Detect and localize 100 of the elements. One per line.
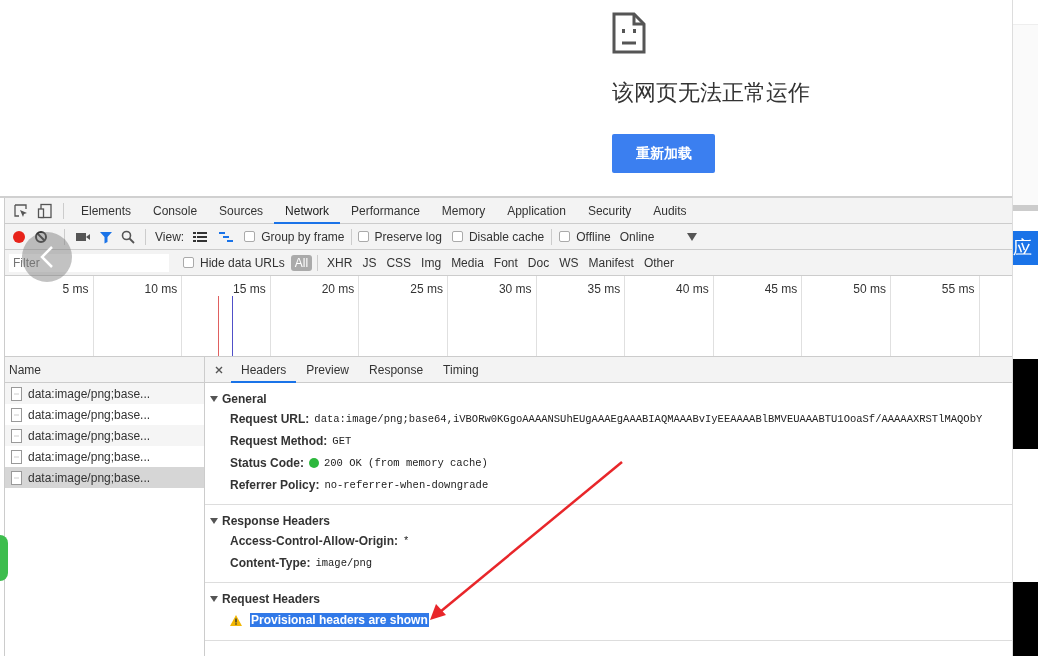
header-name: Content-Type: <box>230 556 311 570</box>
request-row[interactable]: data:image/png;base... <box>5 467 204 488</box>
type-filter[interactable]: JS <box>358 254 381 271</box>
time-tick-label: 45 ms <box>764 282 798 296</box>
request-name: data:image/png;base... <box>28 386 151 401</box>
file-icon <box>11 428 22 443</box>
section-title[interactable]: General <box>222 391 267 406</box>
file-icon <box>11 407 22 422</box>
file-icon <box>11 449 22 464</box>
device-toolbar-icon[interactable] <box>37 202 53 219</box>
sad-page-icon <box>612 12 646 54</box>
type-filter[interactable]: Doc <box>523 254 554 271</box>
header-value: image/png <box>315 557 373 569</box>
header-value: data:image/png;base64,iVBORw0KGgoAAAANSUhEUgAAAEgAAABIAQMAAABvIyEEAAAABlBMVEUAAABTU1OoaSf/AAAAAXRSTlMAQObY <box>314 413 983 425</box>
type-filter[interactable]: WS <box>555 254 583 271</box>
load-event-line <box>218 296 219 356</box>
request-name: data:image/png;base... <box>28 449 151 464</box>
type-filter[interactable]: Manifest <box>584 254 638 271</box>
edge-shape <box>0 535 8 581</box>
panel-tab[interactable]: Audits <box>642 198 698 224</box>
request-name: data:image/png;base... <box>28 428 151 443</box>
header-name: Access-Control-Allow-Origin: <box>230 534 398 548</box>
time-tick-label: 20 ms <box>321 282 355 296</box>
throttling-select[interactable]: Online <box>619 229 655 244</box>
disclosure-triangle-icon[interactable] <box>210 516 218 525</box>
record-icon[interactable] <box>12 229 26 244</box>
camera-icon[interactable] <box>75 230 91 243</box>
request-name: data:image/png;base... <box>28 407 151 422</box>
time-tick-label: 40 ms <box>676 282 709 296</box>
header-value: GET <box>332 435 352 447</box>
checkbox[interactable] <box>559 231 571 242</box>
type-filter[interactable]: Font <box>489 254 522 271</box>
panel-tab[interactable]: Elements <box>70 198 143 224</box>
type-filter[interactable]: XHR <box>323 254 357 271</box>
checkbox-label[interactable]: Disable cache <box>468 229 545 244</box>
warning-message: Provisional headers are shown <box>250 613 429 627</box>
time-tick-label: 35 ms <box>587 282 621 296</box>
detail-tab[interactable]: Timing <box>433 356 489 383</box>
panel-tab[interactable]: Memory <box>430 198 497 224</box>
detail-tab[interactable]: Response <box>359 356 434 383</box>
header-value: no-referrer-when-downgrade <box>324 479 489 491</box>
section-title[interactable]: Response Headers <box>222 513 331 528</box>
checkbox-label[interactable]: Hide data URLs <box>200 255 285 270</box>
section-title[interactable]: Request Headers <box>222 591 321 606</box>
time-tick-label: 50 ms <box>853 282 886 296</box>
panel-tab[interactable]: Performance <box>340 198 431 224</box>
detail-tab[interactable]: Headers <box>231 356 297 383</box>
disclosure-triangle-icon[interactable] <box>210 394 218 403</box>
inspect-icon[interactable] <box>13 202 29 219</box>
column-header[interactable]: Name <box>5 362 41 377</box>
request-row[interactable]: data:image/png;base... <box>5 404 204 425</box>
panel-tab[interactable]: Security <box>576 198 643 224</box>
header-value: * <box>403 535 410 547</box>
header-name: Status Code: <box>230 456 304 470</box>
request-row[interactable]: data:image/png;base... <box>5 425 204 446</box>
clear-icon[interactable] <box>34 229 48 244</box>
time-tick-label: 55 ms <box>941 282 975 296</box>
request-row[interactable]: data:image/png;base... <box>5 446 204 467</box>
warning-icon <box>230 614 242 626</box>
checkbox[interactable] <box>451 231 463 242</box>
panel-tab[interactable]: Console <box>142 198 209 224</box>
time-tick-label: 30 ms <box>498 282 532 296</box>
header-value: 200 OK (from memory cache) <box>324 457 488 469</box>
time-tick-label: 25 ms <box>410 282 443 296</box>
header-name: Request Method: <box>230 434 328 448</box>
time-tick-label: 10 ms <box>144 282 178 296</box>
search-icon[interactable] <box>121 229 135 244</box>
checkbox[interactable] <box>244 231 256 242</box>
checkbox-label[interactable]: Preserve log <box>374 229 442 244</box>
status-dot-icon <box>309 458 319 468</box>
banner-text: 应 <box>1013 236 1032 260</box>
checkbox[interactable] <box>183 257 194 268</box>
dropdown-caret-icon[interactable] <box>687 232 698 241</box>
header-name: Request URL: <box>230 412 310 426</box>
header-name: Referrer Policy: <box>230 478 320 492</box>
file-icon <box>11 470 22 485</box>
checkbox-label[interactable]: Group by frame <box>261 229 345 244</box>
error-message: 该网页无法正常运作 <box>612 79 810 107</box>
view-label: View: <box>155 229 185 244</box>
type-filter[interactable]: Img <box>417 254 446 271</box>
dom-content-loaded-line <box>232 296 233 356</box>
file-icon <box>11 386 22 401</box>
type-filter[interactable]: Media <box>447 254 488 271</box>
panel-tab[interactable]: Application <box>496 198 577 224</box>
filter-icon[interactable] <box>99 229 113 244</box>
request-name: data:image/png;base... <box>28 470 151 485</box>
checkbox-label[interactable]: Offline <box>576 229 611 244</box>
request-row[interactable]: data:image/png;base... <box>5 383 204 404</box>
waterfall-view-icon[interactable] <box>218 229 235 244</box>
time-tick-label: 5 ms <box>62 282 89 296</box>
type-filter[interactable]: Other <box>639 254 678 271</box>
time-tick-label: 15 ms <box>233 282 266 296</box>
disclosure-triangle-icon[interactable] <box>210 594 218 603</box>
close-icon[interactable] <box>215 365 223 374</box>
reload-button[interactable]: 重新加载 <box>612 134 715 173</box>
detail-tab[interactable]: Preview <box>296 356 360 383</box>
checkbox[interactable] <box>357 231 369 242</box>
list-view-icon[interactable] <box>192 229 209 244</box>
type-filter[interactable]: CSS <box>382 254 416 271</box>
panel-tab[interactable]: Sources <box>208 198 275 224</box>
